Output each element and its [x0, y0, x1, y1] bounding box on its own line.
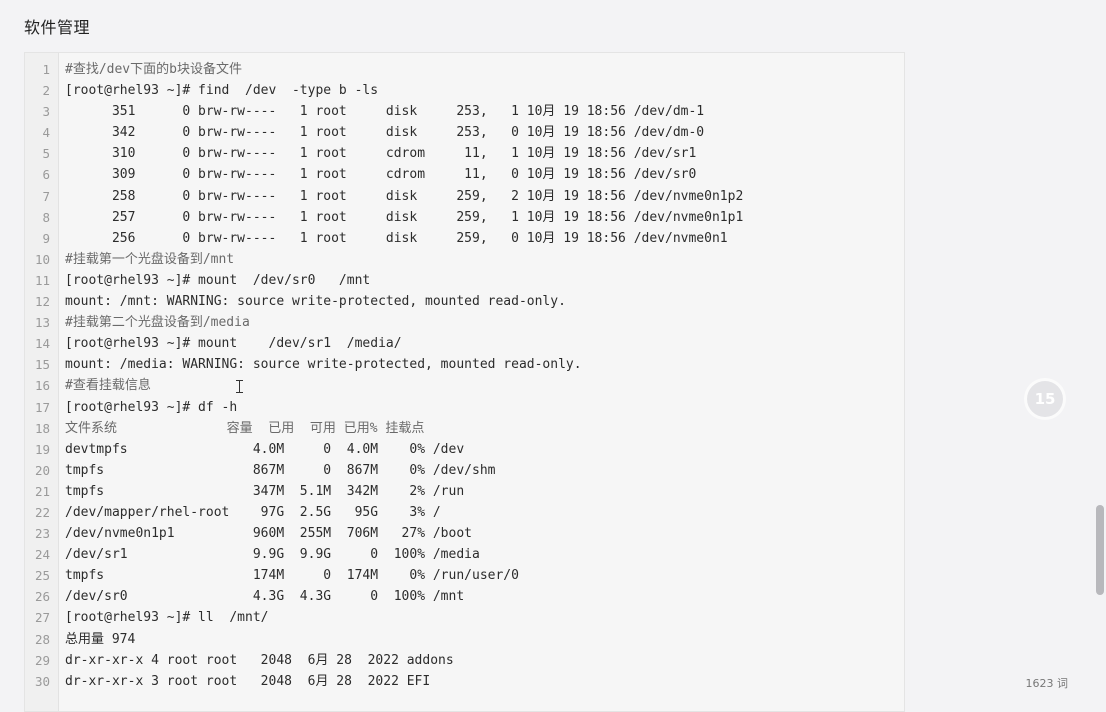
- code-line[interactable]: 14 [root@rhel93 ~]# mount /dev/sr1 /media…: [25, 333, 904, 354]
- code-text: [root@rhel93 ~]# find /dev -type b -ls: [65, 83, 379, 99]
- line-number: 23: [34, 526, 50, 542]
- code-text: 351 0 brw-rw---- 1 root disk 253, 1 10月 …: [65, 104, 705, 120]
- code-text: /dev/sr0 4.3G 4.3G 0 100% /mnt: [65, 589, 465, 605]
- code-line[interactable]: 29 dr-xr-xr-x 4 root root 2048 6月 28 2022…: [25, 650, 904, 671]
- text-cursor-icon: [236, 380, 243, 393]
- code-line[interactable]: 2 [root@rhel93 ~]# find /dev -type b -ls: [25, 80, 904, 101]
- code-text: tmpfs 174M 0 174M 0% /run/user/0: [65, 568, 519, 584]
- code-text: #挂载第二个光盘设备到/media: [65, 315, 250, 331]
- code-line[interactable]: 22/dev/mapper/rhel-root 97G 2.5G 95G 3% …: [25, 502, 904, 523]
- code-line[interactable]: 5 310 0 brw-rw---- 1 root cdrom 11, 1 10…: [25, 143, 904, 164]
- code-text: /dev/nvme0n1p1 960M 255M 706M 27% /boot: [65, 526, 472, 542]
- replay-15s-button[interactable]: 15: [1024, 378, 1066, 420]
- code-text: [root@rhel93 ~]# mount /dev/sr0 /mnt: [65, 272, 371, 288]
- code-line[interactable]: 20 tmpfs 867M 0 867M 0% /dev/shm: [25, 460, 904, 481]
- line-number: 8: [42, 209, 50, 225]
- code-line[interactable]: 3 351 0 brw-rw---- 1 root disk 253, 1 10…: [25, 101, 904, 122]
- line-number: 24: [34, 547, 50, 563]
- line-number: 13: [34, 315, 50, 331]
- code-text: 257 0 brw-rw---- 1 root disk 259, 1 10月 …: [65, 209, 744, 225]
- line-number: 12: [34, 294, 50, 310]
- line-number: 22: [34, 504, 50, 520]
- code-line[interactable]: 12 mount: /mnt: WARNING: source write-pro…: [25, 291, 904, 312]
- line-number: 5: [42, 146, 50, 162]
- code-line[interactable]: 25 tmpfs 174M 0 174M 0% /run/user/0: [25, 565, 904, 586]
- code-text: 342 0 brw-rw---- 1 root disk 253, 0 10月 …: [65, 125, 705, 141]
- line-number: 6: [42, 167, 50, 183]
- code-text: mount: /mnt: WARNING: source write-prote…: [65, 294, 566, 310]
- line-number: 14: [34, 336, 50, 352]
- code-text: #查看挂载信息: [65, 378, 151, 394]
- code-line[interactable]: 27 [root@rhel93 ~]# ll /mnt/: [25, 607, 904, 628]
- code-text: /dev/sr1 9.9G 9.9G 0 100% /media: [65, 547, 480, 563]
- line-number: 30: [34, 673, 50, 689]
- code-line[interactable]: 24/dev/sr1 9.9G 9.9G 0 100% /media: [25, 544, 904, 565]
- code-line[interactable]: 17 [root@rhel93 ~]# df -h: [25, 397, 904, 418]
- line-number: 4: [42, 125, 50, 141]
- code-text: tmpfs 347M 5.1M 342M 2% /run: [65, 483, 465, 499]
- code-text: [root@rhel93 ~]# mount /dev/sr1 /media/: [65, 336, 402, 352]
- code-lines[interactable]: 1 #查找/dev下面的b块设备文件 2 [root@rhel93 ~]# find …: [25, 59, 904, 692]
- code-text: #查找/dev下面的b块设备文件: [65, 62, 242, 77]
- code-block[interactable]: 1 #查找/dev下面的b块设备文件 2 [root@rhel93 ~]# find …: [24, 52, 905, 712]
- line-number: 2: [42, 83, 50, 99]
- code-line[interactable]: 1 #查找/dev下面的b块设备文件: [25, 59, 904, 80]
- word-count: 1623 词: [1025, 677, 1069, 690]
- line-number: 10: [34, 251, 50, 267]
- code-line[interactable]: 18 文件系统 容量 已用 可用 已用% 挂载点: [25, 418, 904, 439]
- page-title: 软件管理: [24, 18, 91, 37]
- code-line[interactable]: 4 342 0 brw-rw---- 1 root disk 253, 0 10…: [25, 122, 904, 143]
- code-line[interactable]: 15 mount: /media: WARNING: source write-p…: [25, 354, 904, 375]
- code-text: /dev/mapper/rhel-root 97G 2.5G 95G 3% /: [65, 504, 441, 520]
- code-text: #挂载第一个光盘设备到/mnt: [65, 251, 235, 267]
- code-text: 文件系统 容量 已用 可用 已用% 挂载点: [65, 420, 425, 436]
- line-number: 21: [34, 483, 50, 499]
- line-number: 18: [34, 420, 50, 436]
- line-number: 16: [34, 378, 50, 394]
- code-text: [root@rhel93 ~]# df -h: [65, 399, 238, 415]
- code-text: dr-xr-xr-x 3 root root 2048 6月 28 2022 E…: [65, 673, 431, 689]
- scrollbar-thumb[interactable]: [1096, 505, 1104, 595]
- code-line[interactable]: 26/dev/sr0 4.3G 4.3G 0 100% /mnt: [25, 586, 904, 607]
- line-number: 20: [34, 462, 50, 478]
- code-line[interactable]: 13 #挂载第二个光盘设备到/media: [25, 312, 904, 333]
- code-text: mount: /media: WARNING: source write-pro…: [65, 357, 582, 373]
- line-number: 19: [34, 441, 50, 457]
- code-text: dr-xr-xr-x 4 root root 2048 6月 28 2022 a…: [65, 652, 454, 668]
- code-text: 总用量 974: [65, 631, 136, 647]
- code-line[interactable]: 7 258 0 brw-rw---- 1 root disk 259, 2 10…: [25, 186, 904, 207]
- code-line[interactable]: 11 [root@rhel93 ~]# mount /dev/sr0 /mnt: [25, 270, 904, 291]
- line-number: 26: [34, 589, 50, 605]
- line-number: 29: [34, 652, 50, 668]
- code-text: [root@rhel93 ~]# ll /mnt/: [65, 610, 269, 626]
- line-number: 25: [34, 568, 50, 584]
- line-number: 17: [34, 399, 50, 415]
- line-number: 3: [42, 104, 50, 120]
- line-number: 1: [42, 62, 50, 77]
- line-number: 9: [42, 230, 50, 246]
- replay-15-icon: 15: [1034, 390, 1056, 408]
- line-number: 7: [42, 188, 50, 204]
- code-line[interactable]: 16 #查看挂载信息: [25, 375, 904, 396]
- code-line[interactable]: 6 309 0 brw-rw---- 1 root cdrom 11, 0 10…: [25, 164, 904, 185]
- code-line[interactable]: 21 tmpfs 347M 5.1M 342M 2% /run: [25, 481, 904, 502]
- code-text: 309 0 brw-rw---- 1 root cdrom 11, 0 10月 …: [65, 167, 697, 183]
- line-number: 11: [34, 272, 50, 288]
- line-number: 28: [34, 631, 50, 647]
- code-line[interactable]: 9 256 0 brw-rw---- 1 root disk 259, 0 10…: [25, 228, 904, 249]
- code-text: 258 0 brw-rw---- 1 root disk 259, 2 10月 …: [65, 188, 744, 204]
- code-line[interactable]: 23/dev/nvme0n1p1 960M 255M 706M 27% /boo…: [25, 523, 904, 544]
- code-line[interactable]: 30 dr-xr-xr-x 3 root root 2048 6月 28 2022…: [25, 671, 904, 692]
- code-line[interactable]: 19 devtmpfs 4.0M 0 4.0M 0% /dev: [25, 439, 904, 460]
- code-line[interactable]: 10 #挂载第一个光盘设备到/mnt: [25, 249, 904, 270]
- code-line[interactable]: 8 257 0 brw-rw---- 1 root disk 259, 1 10…: [25, 207, 904, 228]
- code-text: 310 0 brw-rw---- 1 root cdrom 11, 1 10月 …: [65, 146, 697, 162]
- code-text: 256 0 brw-rw---- 1 root disk 259, 0 10月 …: [65, 230, 728, 246]
- line-number: 15: [34, 357, 50, 373]
- code-text: tmpfs 867M 0 867M 0% /dev/shm: [65, 462, 496, 478]
- code-line[interactable]: 28 总用量 974: [25, 629, 904, 650]
- line-number: 27: [34, 610, 50, 626]
- code-text: devtmpfs 4.0M 0 4.0M 0% /dev: [65, 441, 465, 457]
